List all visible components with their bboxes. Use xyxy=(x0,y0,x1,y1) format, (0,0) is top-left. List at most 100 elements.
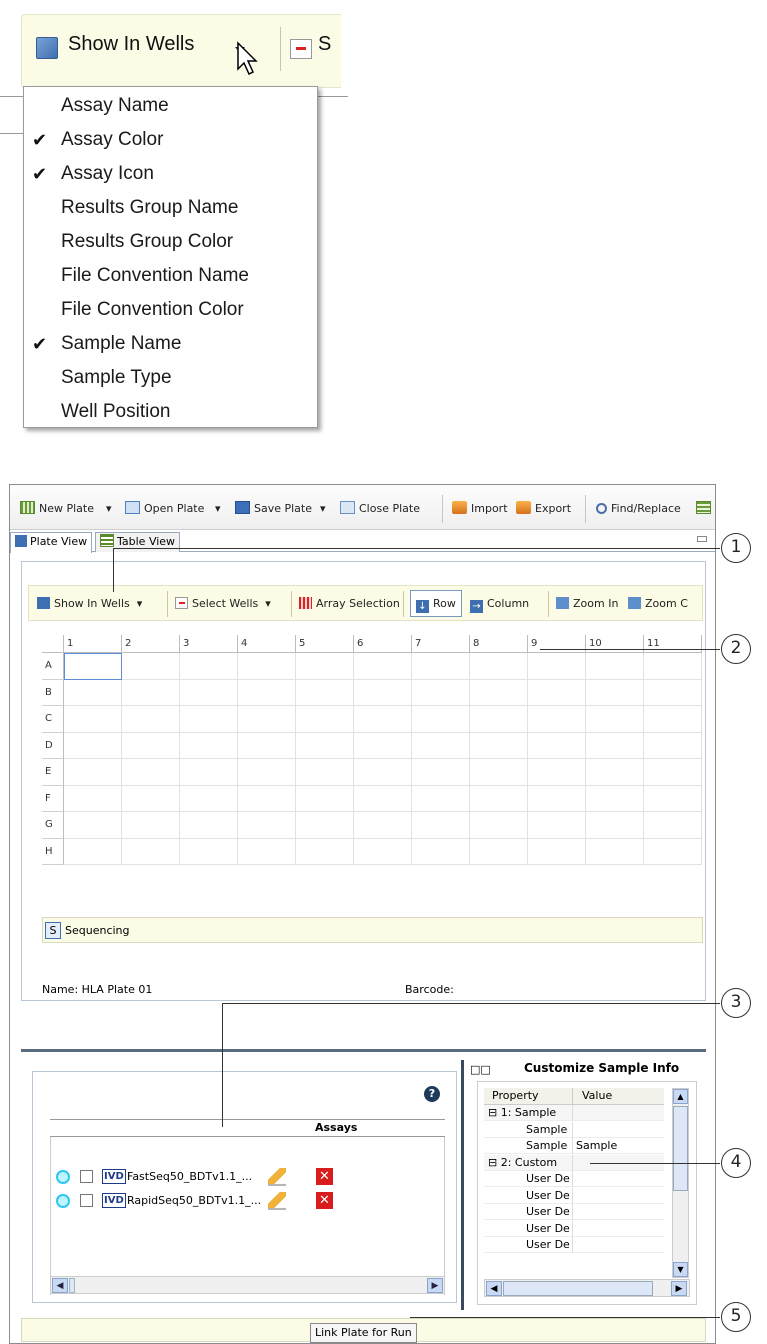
well[interactable] xyxy=(180,706,238,733)
property-row[interactable]: User Def xyxy=(484,1204,664,1220)
well[interactable] xyxy=(470,679,528,706)
well[interactable] xyxy=(238,679,296,706)
assay-row[interactable]: IVD RapidSeq50_BDTv1.1_... ✕ xyxy=(56,1191,356,1213)
menu-item-well-position[interactable]: Well Position xyxy=(24,395,314,429)
well[interactable] xyxy=(470,732,528,759)
well[interactable] xyxy=(180,812,238,839)
next-button-label[interactable]: S xyxy=(318,33,331,56)
well[interactable] xyxy=(180,732,238,759)
radio-selected-icon[interactable] xyxy=(56,1194,70,1208)
well[interactable] xyxy=(528,706,586,733)
well[interactable] xyxy=(238,759,296,786)
find-replace-button[interactable]: Find/Replace xyxy=(596,500,681,518)
well[interactable] xyxy=(238,812,296,839)
column-header[interactable]: 10 xyxy=(586,635,644,653)
assay-row[interactable]: IVD FastSeq50_BDTv1.1_... ✕ xyxy=(56,1167,356,1189)
well[interactable] xyxy=(180,653,238,680)
array-selection-button[interactable]: Array Selection xyxy=(299,595,400,613)
well[interactable] xyxy=(354,653,412,680)
show-in-wells-button[interactable]: Show In Wells xyxy=(68,33,194,56)
well[interactable] xyxy=(180,759,238,786)
well[interactable] xyxy=(586,838,644,865)
panel-toggle-icon[interactable]: □□ xyxy=(470,1063,491,1076)
well[interactable] xyxy=(296,653,354,680)
well[interactable] xyxy=(586,679,644,706)
close-plate-button[interactable]: Close Plate xyxy=(340,500,420,518)
show-in-wells-button[interactable]: Show In Wells ▾ xyxy=(37,595,142,613)
well[interactable] xyxy=(64,785,122,812)
column-header[interactable]: 9 xyxy=(528,635,586,653)
property-row[interactable]: User Def xyxy=(484,1187,664,1204)
well[interactable] xyxy=(644,785,702,812)
property-row[interactable]: User Def xyxy=(484,1220,664,1237)
well[interactable] xyxy=(528,785,586,812)
splitter[interactable] xyxy=(21,1049,706,1052)
delete-icon[interactable]: ✕ xyxy=(316,1168,333,1185)
import-button[interactable]: Import xyxy=(452,500,508,518)
column-header[interactable]: 7 xyxy=(412,635,470,653)
well[interactable] xyxy=(470,838,528,865)
well[interactable] xyxy=(122,653,180,680)
new-plate-button[interactable]: New Plate xyxy=(20,500,94,518)
well[interactable] xyxy=(644,812,702,839)
row-header[interactable]: H xyxy=(42,838,64,865)
well[interactable] xyxy=(412,653,470,680)
row-button[interactable]: ↓ Row xyxy=(410,590,462,617)
select-wells-button[interactable]: Select Wells ▾ xyxy=(175,595,271,613)
well[interactable] xyxy=(412,679,470,706)
well[interactable] xyxy=(122,838,180,865)
well[interactable] xyxy=(528,838,586,865)
radio-selected-icon[interactable] xyxy=(56,1170,70,1184)
menu-item-sample-type[interactable]: Sample Type xyxy=(24,361,314,395)
vertical-scrollbar[interactable]: ▲ ▼ xyxy=(672,1088,689,1278)
well[interactable] xyxy=(122,732,180,759)
well[interactable] xyxy=(412,706,470,733)
well[interactable] xyxy=(470,759,528,786)
well-selected[interactable] xyxy=(64,653,122,680)
menu-item-assay-color[interactable]: ✔ Assay Color xyxy=(24,123,314,157)
column-header[interactable]: 8 xyxy=(470,635,528,653)
horizontal-scrollbar[interactable]: ◀ ▶ xyxy=(50,1276,445,1294)
column-header[interactable]: 11 xyxy=(644,635,702,653)
well[interactable] xyxy=(586,785,644,812)
well[interactable] xyxy=(470,653,528,680)
tab-plate-view[interactable]: Plate View xyxy=(10,532,93,553)
edit-pencil-icon[interactable] xyxy=(268,1192,286,1210)
property-row[interactable]: Sample T Sample xyxy=(484,1138,664,1154)
menu-item-file-convention-color[interactable]: File Convention Color xyxy=(24,293,314,327)
column-header[interactable]: 4 xyxy=(238,635,296,653)
menu-item-assay-icon[interactable]: ✔ Assay Icon xyxy=(24,157,314,191)
well[interactable] xyxy=(644,759,702,786)
well[interactable] xyxy=(354,706,412,733)
grid-corner[interactable] xyxy=(42,635,64,653)
well[interactable] xyxy=(470,812,528,839)
horizontal-scrollbar[interactable]: ◀ ▶ xyxy=(484,1279,690,1297)
checkbox[interactable] xyxy=(80,1194,93,1207)
menu-item-results-group-color[interactable]: Results Group Color xyxy=(24,225,314,259)
column-header[interactable]: 6 xyxy=(354,635,412,653)
well[interactable] xyxy=(412,785,470,812)
zoom-out-button[interactable]: Zoom C xyxy=(628,595,688,613)
well[interactable] xyxy=(528,812,586,839)
row-header[interactable]: D xyxy=(42,732,64,759)
open-plate-button[interactable]: Open Plate xyxy=(125,500,204,518)
property-row[interactable]: User Def xyxy=(484,1237,664,1253)
column-header[interactable]: 5 xyxy=(296,635,354,653)
help-icon[interactable]: ? xyxy=(424,1086,440,1102)
scroll-thumb[interactable] xyxy=(69,1278,75,1293)
column-header[interactable]: 3 xyxy=(180,635,238,653)
well[interactable] xyxy=(180,679,238,706)
well[interactable] xyxy=(644,653,702,680)
well[interactable] xyxy=(412,732,470,759)
well[interactable] xyxy=(180,785,238,812)
well[interactable] xyxy=(180,838,238,865)
new-plate-dropdown[interactable]: ▾ xyxy=(106,500,112,518)
well[interactable] xyxy=(238,653,296,680)
well[interactable] xyxy=(644,838,702,865)
minimize-icon[interactable] xyxy=(697,536,707,542)
property-row[interactable]: ⊟ 1: Sample xyxy=(484,1105,664,1121)
edit-pencil-icon[interactable] xyxy=(268,1168,286,1186)
well[interactable] xyxy=(238,785,296,812)
checkbox[interactable] xyxy=(80,1170,93,1183)
well[interactable] xyxy=(354,732,412,759)
